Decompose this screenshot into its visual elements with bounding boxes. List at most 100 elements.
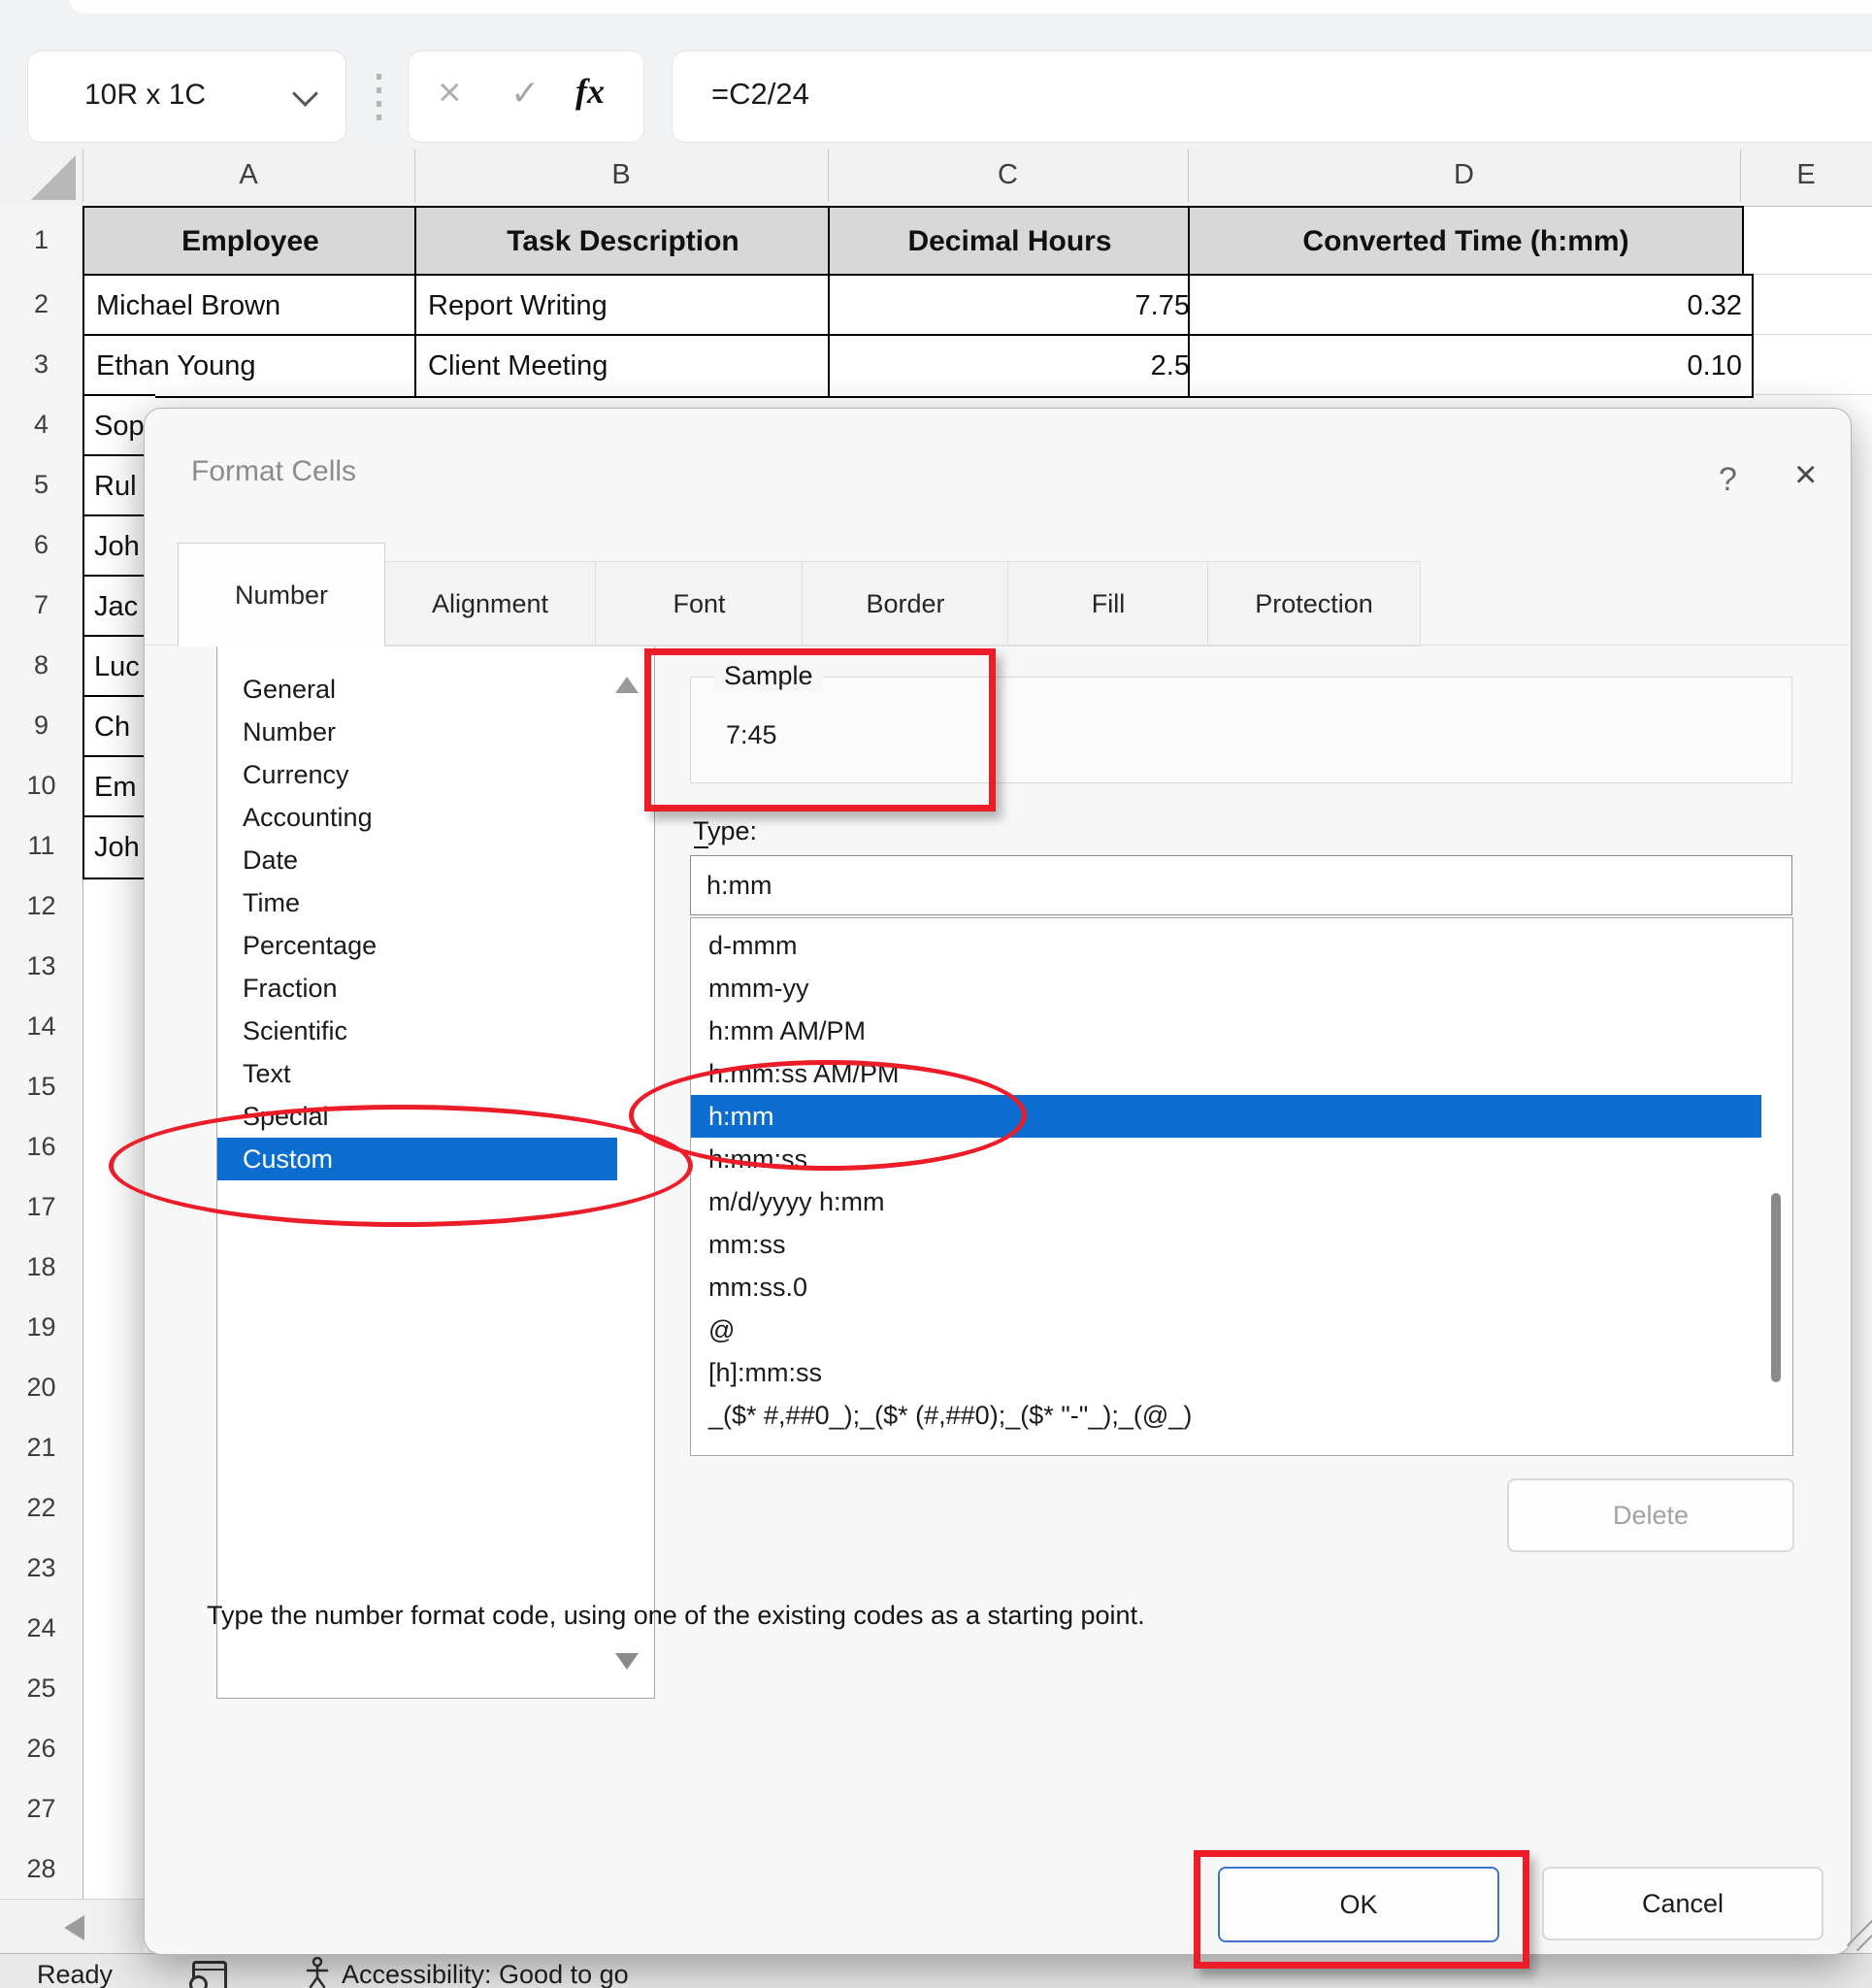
scrollbar-thumb[interactable] [1771, 1193, 1781, 1382]
row-header[interactable]: 7 [0, 575, 83, 636]
cancel-button[interactable]: Cancel [1542, 1867, 1823, 1940]
row-header[interactable]: 28 [0, 1839, 83, 1900]
cancel-x-icon[interactable]: × [438, 69, 462, 116]
type-option[interactable]: h:mm AM/PM [691, 1010, 1761, 1052]
category-date[interactable]: Date [217, 839, 617, 881]
macro-record-icon[interactable] [192, 1961, 227, 1988]
close-icon[interactable]: × [1794, 453, 1817, 497]
tab-alignment[interactable]: Alignment [383, 561, 597, 646]
row-header[interactable]: 9 [0, 695, 83, 756]
type-option[interactable]: mm:ss [691, 1223, 1761, 1266]
table-header-cell[interactable]: Task Description [414, 206, 832, 278]
row-header[interactable]: 12 [0, 876, 83, 937]
row-header[interactable]: 26 [0, 1718, 83, 1779]
column-header-a[interactable]: A [82, 146, 414, 204]
tab-border[interactable]: Border [802, 561, 1009, 646]
fx-icon[interactable]: fx [575, 71, 605, 112]
table-cell[interactable]: Report Writing [414, 274, 843, 338]
table-cell[interactable]: Ethan Young [82, 334, 430, 398]
row-header[interactable]: 15 [0, 1056, 83, 1117]
scroll-left-icon[interactable] [64, 1915, 84, 1940]
category-currency[interactable]: Currency [217, 753, 617, 796]
scroll-down-icon[interactable] [615, 1653, 639, 1670]
row-header[interactable]: 10 [0, 755, 83, 816]
table-header-cell[interactable]: Employee [82, 206, 418, 278]
row-header[interactable]: 6 [0, 514, 83, 576]
formula-input[interactable]: =C2/24 [672, 50, 1872, 143]
help-icon[interactable]: ? [1719, 461, 1737, 499]
row-header[interactable]: 13 [0, 936, 83, 997]
row-header[interactable]: 22 [0, 1477, 83, 1539]
column-header-b[interactable]: B [414, 146, 828, 204]
table-cell[interactable]: Client Meeting [414, 334, 843, 398]
type-option[interactable]: mm:ss.0 [691, 1266, 1761, 1309]
row-header[interactable]: 3 [0, 334, 83, 395]
status-ready: Ready [37, 1960, 113, 1988]
table-cell[interactable]: 0.32 [1188, 274, 1754, 338]
row-header[interactable]: 23 [0, 1538, 83, 1599]
name-box[interactable]: 10R x 1C [27, 50, 346, 143]
delete-button[interactable]: Delete [1507, 1478, 1794, 1552]
type-option[interactable]: [h]:mm:ss [691, 1351, 1761, 1394]
row-header[interactable]: 11 [0, 815, 83, 877]
col-divider [414, 149, 415, 202]
column-header-e[interactable]: E [1740, 146, 1872, 204]
row-header[interactable]: 21 [0, 1417, 83, 1478]
tab-fill[interactable]: Fill [1007, 561, 1209, 646]
type-listbox[interactable]: d-mmm mmm-yy h:mm AM/PM h:mm:ss AM/PM h:… [690, 917, 1793, 1456]
type-option[interactable]: @ [691, 1309, 1761, 1351]
tab-strip-line [145, 645, 1849, 646]
horizontal-scrollbar[interactable] [0, 1899, 144, 1954]
category-fraction[interactable]: Fraction [217, 967, 617, 1010]
table-header-cell[interactable]: Decimal Hours [828, 206, 1192, 278]
table-cell[interactable]: Michael Brown [82, 274, 430, 338]
resize-grip[interactable] [1856, 1934, 1872, 1951]
chevron-down-icon[interactable] [292, 81, 318, 107]
status-bar: Ready Accessibility: Good to go [0, 1953, 1872, 1988]
type-input-value: h:mm [706, 856, 772, 914]
row-header[interactable]: 16 [0, 1116, 83, 1177]
category-time[interactable]: Time [217, 881, 617, 924]
row-header[interactable]: 8 [0, 635, 83, 696]
tab-protection[interactable]: Protection [1207, 561, 1421, 646]
table-header-cell[interactable]: Converted Time (h:mm) [1188, 206, 1744, 278]
category-text[interactable]: Text [217, 1052, 617, 1095]
row-header[interactable]: 27 [0, 1778, 83, 1839]
tab-number[interactable]: Number [178, 543, 385, 646]
table-cell[interactable]: 7.75 [828, 274, 1201, 338]
category-accounting[interactable]: Accounting [217, 796, 617, 839]
scroll-up-icon[interactable] [615, 677, 639, 693]
annotation-custom-ellipse [109, 1105, 693, 1227]
col-divider [82, 149, 83, 202]
row-header[interactable]: 5 [0, 454, 83, 515]
column-header-c[interactable]: C [828, 146, 1188, 204]
table-cell[interactable]: 0.10 [1188, 334, 1754, 398]
row-header[interactable]: 1 [0, 206, 83, 275]
row-header[interactable]: 20 [0, 1357, 83, 1418]
type-option[interactable]: m/d/yyyy h:mm [691, 1180, 1761, 1223]
type-option[interactable]: mmm-yy [691, 967, 1761, 1010]
row-header[interactable]: 24 [0, 1598, 83, 1659]
category-number[interactable]: Number [217, 711, 617, 753]
select-all-icon[interactable] [31, 155, 76, 200]
row-header[interactable]: 17 [0, 1176, 83, 1238]
tab-font[interactable]: Font [595, 561, 804, 646]
row-header[interactable]: 2 [0, 274, 83, 335]
column-header-d[interactable]: D [1188, 146, 1740, 204]
category-general[interactable]: General [217, 668, 617, 711]
table-cell[interactable]: 2.5 [828, 334, 1201, 398]
row-header[interactable]: 14 [0, 996, 83, 1057]
category-scientific[interactable]: Scientific [217, 1010, 617, 1052]
row-header[interactable]: 18 [0, 1237, 83, 1298]
category-percentage[interactable]: Percentage [217, 924, 617, 967]
status-accessibility[interactable]: Accessibility: Good to go [342, 1960, 629, 1988]
col-divider [1740, 149, 1741, 202]
row-header[interactable]: 25 [0, 1658, 83, 1719]
type-input[interactable]: h:mm [690, 855, 1792, 915]
enter-check-icon[interactable]: ✓ [510, 73, 540, 114]
type-option[interactable]: _($* #,##0_);_($* (#,##0);_($* "-"_);_(@… [691, 1394, 1761, 1437]
accessibility-icon[interactable] [303, 1957, 332, 1988]
type-option[interactable]: d-mmm [691, 924, 1761, 967]
row-header[interactable]: 4 [0, 394, 83, 455]
row-header[interactable]: 19 [0, 1297, 83, 1358]
